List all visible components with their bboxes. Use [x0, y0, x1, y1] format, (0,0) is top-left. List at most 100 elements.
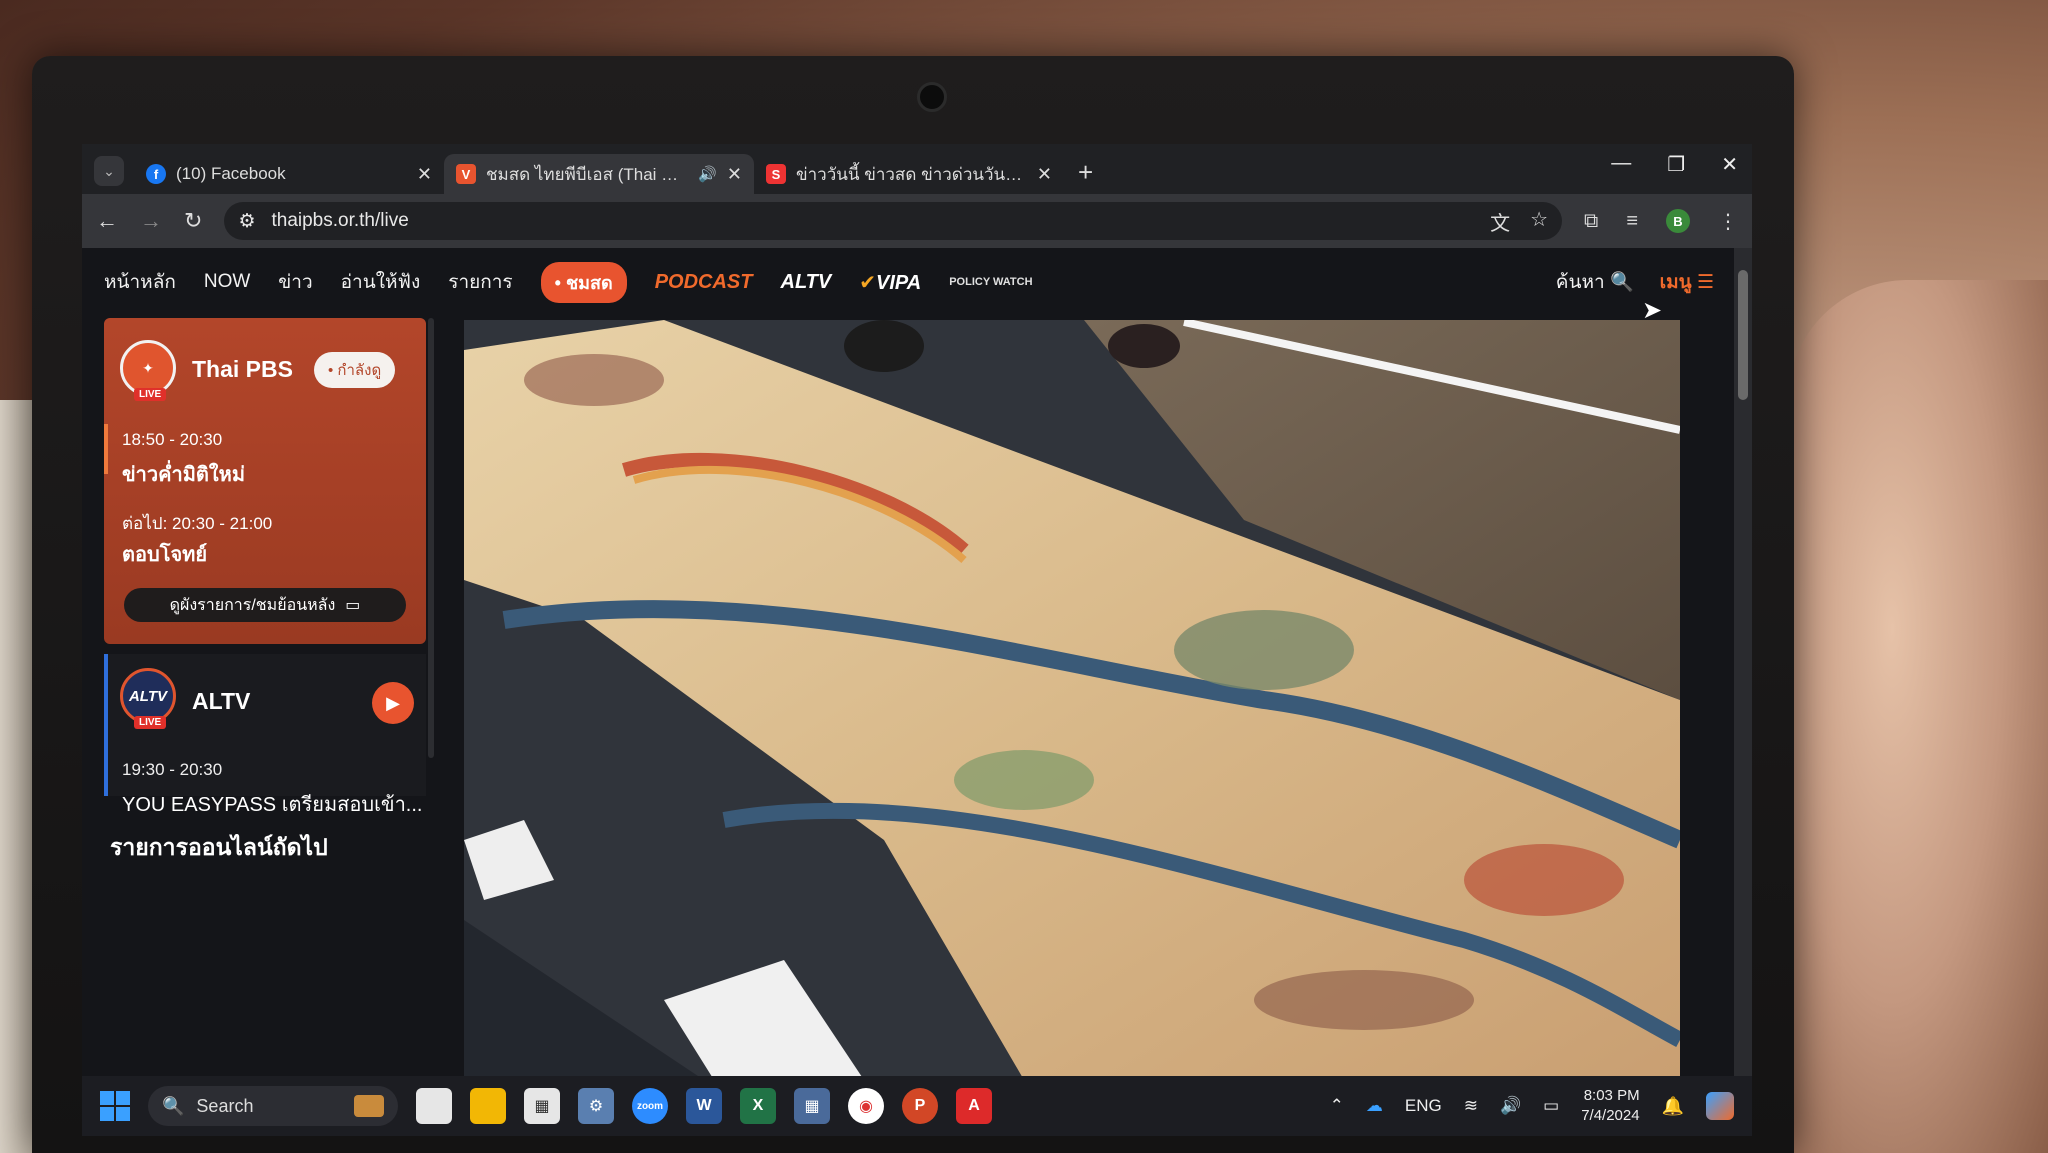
- window-controls: — ❐ ✕: [1611, 152, 1738, 177]
- search-icon: 🔍: [1609, 272, 1634, 293]
- profile-avatar[interactable]: B: [1666, 209, 1690, 233]
- channel-list-scrollbar[interactable]: [428, 318, 434, 758]
- chrome-icon[interactable]: ◉: [848, 1088, 884, 1124]
- url-text[interactable]: thaipbs.or.th/live: [271, 210, 1474, 232]
- browser-tab-bar: ⌄ f (10) Facebook ✕ V ชมสด ไทยพีบีเอส (T…: [82, 144, 1752, 194]
- windows-taskbar: 🔍 Search ▦ ⚙ zoom W X ▦ ◉ P A ⌃ ☁ ENG ≋ …: [82, 1076, 1752, 1136]
- acrobat-icon[interactable]: A: [956, 1088, 992, 1124]
- nav-read-aloud[interactable]: อ่านให้ฟัง: [341, 267, 421, 297]
- browser-toolbar: ← → ↻ ⚙ thaipbs.or.th/live 文 ☆ ⧉ ≡ B ⋮: [82, 194, 1752, 248]
- search-label: ค้นหา: [1555, 272, 1605, 293]
- speaker-icon[interactable]: 🔊: [698, 165, 717, 183]
- altv-logo[interactable]: ALTV: [781, 271, 832, 294]
- restore-icon[interactable]: ❐: [1667, 152, 1685, 177]
- altv-channel-card[interactable]: ALTV LIVE ALTV ▶ 19:30 - 20:30: [104, 654, 426, 796]
- onedrive-icon[interactable]: ☁: [1366, 1096, 1383, 1116]
- taskbar-clock[interactable]: 8:03 PM 7/4/2024: [1581, 1086, 1639, 1126]
- close-window-icon[interactable]: ✕: [1721, 152, 1738, 177]
- search-icon: 🔍: [162, 1095, 185, 1116]
- next-time: ต่อไป: 20:30 - 21:00: [122, 514, 273, 533]
- zoom-icon[interactable]: zoom: [632, 1088, 668, 1124]
- volume-icon[interactable]: 🔊: [1500, 1096, 1521, 1116]
- next-program: ตอบโจทย์: [122, 544, 208, 566]
- new-tab-icon[interactable]: +: [1078, 157, 1093, 188]
- webcam: [917, 82, 947, 112]
- extensions-icon[interactable]: ⧉: [1584, 210, 1598, 233]
- podcast-label: PODCAST: [654, 270, 753, 293]
- menu-link[interactable]: เมนู ☰: [1660, 267, 1714, 297]
- program-time: 19:30 - 20:30: [122, 760, 223, 779]
- system-tray: ⌃ ☁ ENG ≋ 🔊 ▭ 8:03 PM 7/4/2024 🔔: [1330, 1086, 1734, 1126]
- facebook-icon: f: [146, 164, 166, 184]
- vipa-logo[interactable]: ✔VIPA: [859, 270, 921, 295]
- policy-watch-logo[interactable]: POLICY WATCH: [949, 276, 1032, 288]
- media-control-icon[interactable]: ≡: [1626, 210, 1638, 233]
- vipa-label: VIPA: [876, 271, 922, 294]
- site-settings-icon[interactable]: ⚙: [238, 210, 255, 233]
- clock-time: 8:03 PM: [1583, 1087, 1640, 1104]
- tab-news[interactable]: S ข่าววันนี้ ข่าวสด ข่าวด่วนวันนี้ ข่าวอ…: [754, 154, 1064, 194]
- forward-icon[interactable]: →: [140, 208, 162, 234]
- settings-icon[interactable]: ⚙: [578, 1088, 614, 1124]
- word-icon[interactable]: W: [686, 1088, 722, 1124]
- tab-search-dropdown-icon[interactable]: ⌄: [94, 156, 124, 186]
- battery-icon[interactable]: ▭: [1543, 1096, 1559, 1116]
- close-icon[interactable]: ✕: [417, 164, 432, 185]
- schedule-archive-button[interactable]: ดูผังรายการ/ชมย้อนหลัง ▭: [124, 588, 406, 622]
- tab-thaipbs-live[interactable]: V ชมสด ไทยพีบีเอส (Thai PBS Li 🔊 ✕: [444, 154, 754, 194]
- channel-name: ALTV: [192, 688, 251, 714]
- task-view-icon[interactable]: [416, 1088, 452, 1124]
- address-bar[interactable]: ⚙ thaipbs.or.th/live 文 ☆: [224, 202, 1563, 240]
- tab-title: ข่าววันนี้ ข่าวสด ข่าวด่วนวันนี้ ข่าวอ: [796, 164, 1027, 184]
- podcast-logo[interactable]: PODCAST: [655, 271, 753, 294]
- reload-icon[interactable]: ↻: [184, 208, 202, 234]
- calculator-icon[interactable]: ▦: [794, 1088, 830, 1124]
- back-icon[interactable]: ←: [96, 208, 118, 234]
- monitor-icon: ▭: [345, 597, 361, 614]
- play-icon[interactable]: ▶: [372, 682, 414, 724]
- live-badge: LIVE: [134, 388, 167, 401]
- current-program: ข่าวค่ำมิติใหม่: [122, 464, 246, 486]
- taskbar-search[interactable]: 🔍 Search: [148, 1086, 398, 1126]
- windows-start-icon[interactable]: [100, 1091, 130, 1121]
- translate-icon[interactable]: 文: [1490, 207, 1510, 236]
- laptop-bezel: ⌄ f (10) Facebook ✕ V ชมสด ไทยพีบีเอส (T…: [32, 56, 1794, 1153]
- tab-title: (10) Facebook: [176, 164, 286, 183]
- clock-date: 7/4/2024: [1581, 1107, 1640, 1124]
- minimize-icon[interactable]: —: [1611, 152, 1631, 177]
- nav-live-button[interactable]: • ชมสด: [540, 261, 627, 303]
- powerpoint-icon[interactable]: P: [902, 1088, 938, 1124]
- hamburger-icon: ☰: [1696, 272, 1714, 293]
- chevron-up-icon[interactable]: ⌃: [1330, 1096, 1344, 1116]
- notification-bell-icon[interactable]: 🔔: [1662, 1096, 1684, 1117]
- bookmark-star-icon[interactable]: ☆: [1530, 207, 1548, 236]
- excel-icon[interactable]: X: [740, 1088, 776, 1124]
- now-playing-card[interactable]: ✦ LIVE Thai PBS • กำลังดู 18:50 - 20:30 …: [104, 318, 426, 644]
- status-label: กำลังดู: [337, 362, 382, 379]
- page-scrollbar[interactable]: [1734, 248, 1752, 1076]
- online-next-heading: รายการออนไลน์ถัดไป: [110, 834, 328, 860]
- live-video-player[interactable]: [464, 320, 1680, 1080]
- thaipbs-live-page: หน้าหลัก NOW ข่าว อ่านให้ฟัง รายการ • ชม…: [82, 248, 1734, 1080]
- nav-now[interactable]: NOW: [204, 271, 250, 293]
- altv-program: YOU EASYPASS เตรียมสอบเข้า...: [122, 794, 423, 816]
- nav-home[interactable]: หน้าหลัก: [104, 267, 176, 297]
- scrollbar-thumb[interactable]: [1738, 270, 1748, 400]
- search-highlight-icon: [354, 1095, 384, 1117]
- language-indicator[interactable]: ENG: [1405, 1096, 1442, 1116]
- search-link[interactable]: ค้นหา 🔍: [1556, 267, 1634, 297]
- nav-news[interactable]: ข่าว: [278, 267, 312, 297]
- archive-label: ดูผังรายการ/ชมย้อนหลัง: [169, 596, 336, 614]
- close-icon[interactable]: ✕: [727, 164, 742, 185]
- close-icon[interactable]: ✕: [1037, 164, 1052, 185]
- copilot-icon[interactable]: [1706, 1092, 1734, 1120]
- nav-programs[interactable]: รายการ: [448, 267, 512, 297]
- store-icon[interactable]: ▦: [524, 1088, 560, 1124]
- tab-facebook[interactable]: f (10) Facebook ✕: [134, 154, 444, 194]
- wifi-icon[interactable]: ≋: [1464, 1096, 1478, 1116]
- watching-status-badge: • กำลังดู: [314, 352, 396, 388]
- laptop-screen: ⌄ f (10) Facebook ✕ V ชมสด ไทยพีบีเอส (T…: [82, 144, 1752, 1136]
- more-menu-icon[interactable]: ⋮: [1718, 209, 1738, 234]
- file-explorer-icon[interactable]: [470, 1088, 506, 1124]
- menu-label: เมนู: [1659, 272, 1692, 293]
